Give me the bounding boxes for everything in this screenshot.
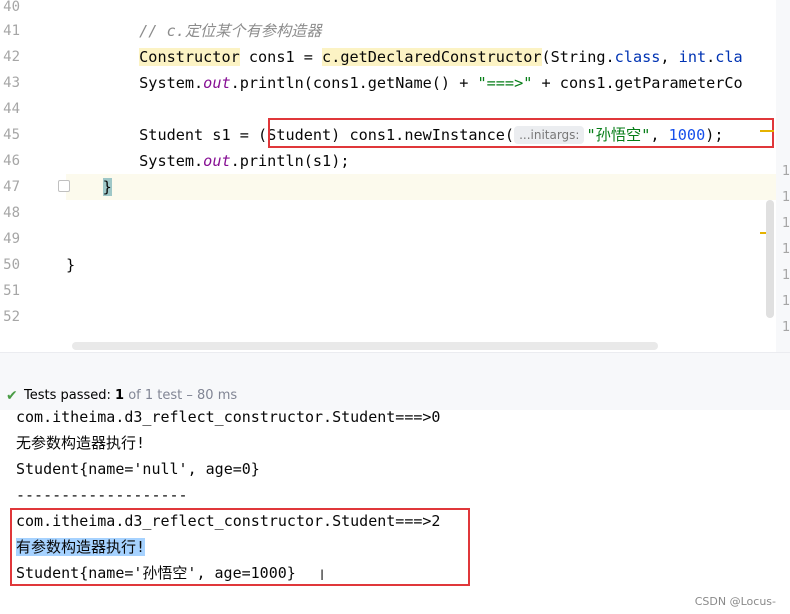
highlight-box-newinstance [268,118,774,148]
console-line: com.itheima.d3_reflect_constructor.Stude… [16,410,441,426]
code-text: .println(s1); [230,152,350,170]
code-line-43[interactable]: System.out.println(cons1.getName() + "==… [66,70,778,96]
tests-passed-label: Tests passed: [24,388,116,403]
right-gutter-mark: 1 [782,216,790,231]
right-gutter-mark: 1 [782,190,790,205]
tests-total-text: of 1 test – 80 ms [124,388,238,403]
tests-passed-count: 1 [115,388,125,403]
code-call: c.getDeclaredConstructor [322,48,542,66]
closing-brace: } [102,178,112,196]
code-text: System. [139,152,204,170]
right-gutter-mark: 1 [782,164,790,179]
line-number: 50 [3,257,20,273]
test-status-text: Tests passed: 1 of 1 test – 80 ms [24,382,237,410]
line-number: 40 [3,0,20,15]
console-line: Student{name='null', age=0} [16,460,260,478]
code-field: out [203,152,231,170]
watermark: CSDN @Locus- [694,595,776,608]
line-number: 52 [3,309,20,325]
code-keyword: class [614,48,661,66]
code-text: System. [139,74,204,92]
line-number: 48 [3,205,20,221]
text-cursor-icon: I [320,568,325,584]
right-gutter-mark: 1 [782,294,790,309]
line-number: 49 [3,231,20,247]
line-number: 47 [3,179,20,195]
line-number: 51 [3,283,20,299]
right-gutter-mark: 1 [782,242,790,257]
code-text: , [660,48,679,66]
code-line-42[interactable]: Constructor cons1 = c.getDeclaredConstru… [66,44,778,70]
line-number: 46 [3,153,20,169]
code-text: . [706,48,716,66]
closing-brace: } [66,256,76,274]
line-number-gutter: 40 41 42 43 44 45 46 47 48 49 50 51 52 [0,0,66,352]
highlight-box-output [10,508,470,586]
console-line: ------------------- [16,486,188,504]
checkmark-icon: ✔ [6,388,18,404]
code-keyword: cla [715,48,743,66]
code-comment: // c.定位某个有参构造器 [139,22,322,40]
code-line-47[interactable]: } [66,174,778,200]
code-text: + cons1.getParameterCo [532,74,743,92]
line-number: 43 [3,75,20,91]
right-gutter-mark: 1 [782,320,790,335]
console-output[interactable]: com.itheima.d3_reflect_constructor.Stude… [0,410,790,614]
code-line-41[interactable]: // c.定位某个有参构造器 [66,18,778,44]
code-text: .println(cons1.getName() + [230,74,478,92]
line-number: 42 [3,49,20,65]
code-text: cons1 = [239,48,323,66]
panel-separator[interactable] [0,352,790,383]
code-type: Constructor [139,48,240,66]
warning-marker[interactable] [760,130,774,132]
right-gutter-mark: 1 [782,268,790,283]
line-number: 45 [3,127,20,143]
vertical-scrollbar[interactable] [766,200,774,318]
console-line: 无参数构造器执行! [16,434,146,452]
code-field: out [203,74,231,92]
line-number: 44 [3,101,20,117]
horizontal-scrollbar[interactable] [72,342,658,350]
code-line-46[interactable]: System.out.println(s1); [66,148,778,174]
code-string: "===>" [477,74,533,92]
code-line-50[interactable]: } [66,252,778,278]
code-keyword: int [678,48,707,66]
code-text: (String. [541,48,615,66]
code-text: Student s1 = [139,126,259,144]
code-editor[interactable]: 40 41 42 43 44 45 46 47 48 49 50 51 52 /… [0,0,790,352]
line-number: 41 [3,23,20,39]
test-status-bar: ✔ Tests passed: 1 of 1 test – 80 ms [0,382,790,410]
